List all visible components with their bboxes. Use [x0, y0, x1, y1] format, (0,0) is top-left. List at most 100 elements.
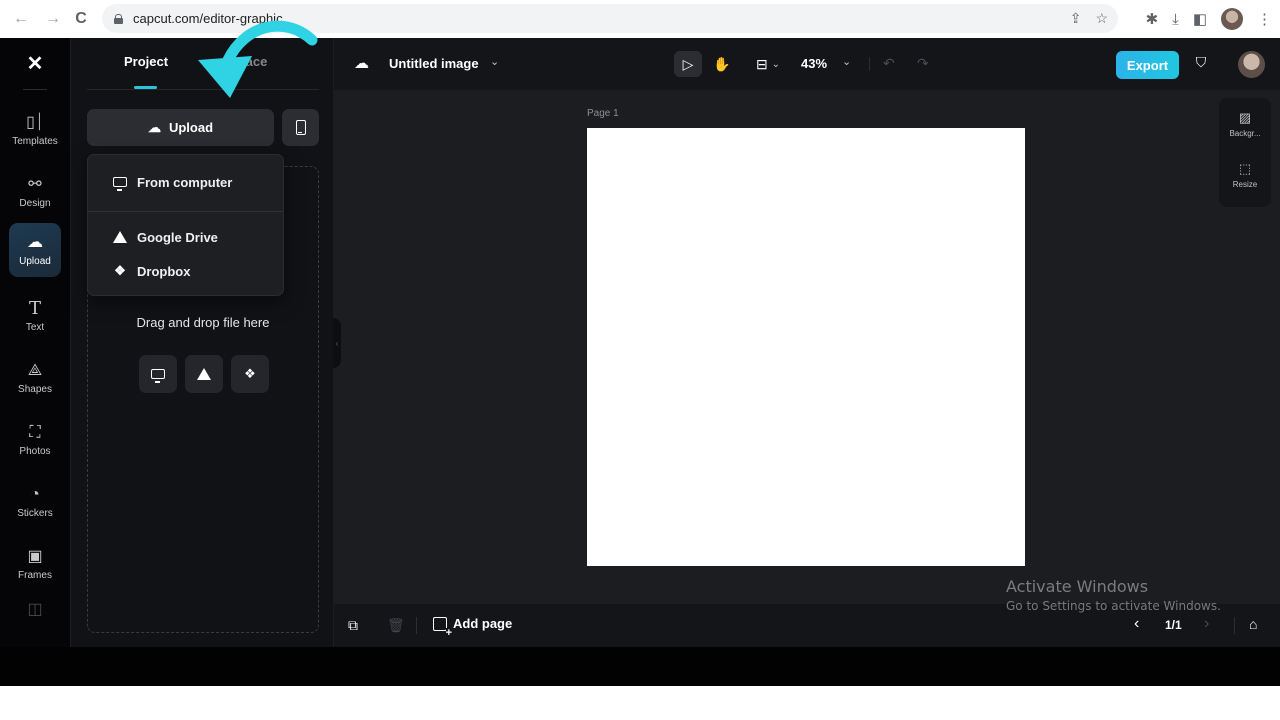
monitor-icon — [113, 177, 127, 191]
menu-item-dropbox[interactable]: ❖ Dropbox — [88, 255, 283, 287]
zoom-chevron-down-icon[interactable]: ⌄ — [842, 55, 851, 68]
browser-menu-icon[interactable]: ⋮ — [1257, 10, 1272, 28]
title-chevron-down-icon[interactable]: ⌄ — [490, 55, 499, 68]
menu-item-label: From computer — [137, 174, 233, 190]
rail-item-frames[interactable]: ▣ Frames — [9, 537, 61, 591]
previous-page-button[interactable]: ‹ — [1134, 615, 1139, 633]
upload-from-phone-button[interactable] — [282, 109, 319, 146]
resize-icon: ⬚ — [1238, 161, 1252, 176]
zoom-level[interactable]: 43% — [801, 56, 827, 71]
delete-page-icon[interactable]: 🗑 — [387, 617, 405, 634]
shapes-icon: ⟁ — [27, 361, 43, 379]
menu-divider — [88, 211, 283, 212]
layout-dropdown[interactable]: ⊟ ⌄ — [748, 51, 788, 77]
rail-item-more[interactable]: ◫ — [9, 584, 61, 638]
upload-cloud-icon: ☁ — [27, 233, 43, 251]
expand-pages-icon[interactable]: ⌂ — [1249, 616, 1257, 632]
hand-tool-button[interactable]: ✋ — [710, 51, 734, 77]
extensions-icon[interactable]: ✱ — [1146, 10, 1159, 28]
bookmark-star-icon[interactable]: ☆ — [1095, 10, 1108, 27]
shield-check-icon[interactable]: ⛉ — [1192, 54, 1210, 74]
background-icon: ▨ — [1238, 110, 1252, 125]
add-page-button[interactable]: Add page — [433, 616, 513, 638]
menu-item-label: Google Drive — [137, 229, 218, 245]
rail-label: Stickers — [17, 507, 53, 519]
undo-button[interactable]: ↶ — [883, 55, 895, 72]
resize-button[interactable]: ⬚ Resize — [1219, 161, 1271, 201]
side-panel-icon[interactable]: ◧ — [1193, 10, 1207, 28]
duplicate-page-icon[interactable]: ⧉ — [348, 617, 358, 634]
bottombar-divider — [416, 617, 417, 634]
watermark-title: Activate Windows — [1006, 577, 1149, 596]
page-label: Page 1 — [587, 108, 619, 119]
phone-icon — [295, 120, 306, 135]
tab-space[interactable]: Space — [229, 54, 267, 69]
menu-item-google-drive[interactable]: Google Drive — [88, 221, 283, 253]
computer-source-button[interactable] — [139, 355, 177, 393]
user-avatar[interactable] — [1238, 51, 1265, 78]
monitor-icon — [151, 369, 165, 383]
google-drive-source-button[interactable] — [185, 355, 223, 393]
download-icon[interactable]: ⤓ — [1172, 11, 1179, 28]
share-icon[interactable]: ⇪ — [1070, 10, 1082, 27]
upload-button[interactable]: ☁ Upload — [87, 109, 274, 146]
upload-button-label: Upload — [168, 120, 214, 135]
cloud-saved-icon: ☁ — [354, 55, 369, 72]
rail-label: Shapes — [18, 383, 52, 395]
next-page-button[interactable]: › — [1204, 615, 1209, 633]
page-side-tools: ▨ Backgr... ⬚ Resize — [1219, 98, 1271, 207]
capcut-logo-icon[interactable]: ✕ — [23, 53, 47, 75]
back-button[interactable]: ← — [10, 8, 32, 30]
document-title[interactable]: Untitled image — [389, 56, 479, 71]
design-page[interactable] — [587, 128, 1025, 566]
rail-label: Photos — [19, 445, 51, 457]
collapse-panel-handle[interactable]: ‹ — [333, 318, 341, 368]
browser-toolbar: ← → C capcut.com/editor-graphic ⇪ ☆ ✱ ⤓ … — [0, 0, 1280, 38]
url-text[interactable]: capcut.com/editor-graphic — [133, 11, 283, 26]
address-bar[interactable]: capcut.com/editor-graphic ⇪ ☆ — [102, 4, 1118, 33]
rail-item-templates[interactable]: ▯⏐ Templates — [9, 103, 61, 157]
rail-item-upload[interactable]: ☁ Upload — [9, 223, 61, 277]
rail-label: Templates — [12, 135, 58, 147]
editor-topbar: ☁ Untitled image ⌄ ▷ ✋ ⊟ ⌄ 43% ⌄ ↶ ↷ Exp… — [334, 38, 1280, 90]
select-tool-button[interactable]: ▷ — [674, 51, 702, 77]
activate-windows-watermark: Activate Windows Go to Settings to activ… — [1006, 577, 1221, 613]
drop-source-buttons: ❖ — [139, 355, 269, 393]
rail-item-text[interactable]: T Text — [9, 289, 61, 343]
menu-item-label: Dropbox — [137, 263, 191, 279]
toolbar-divider — [869, 57, 870, 71]
rail-label: Upload — [19, 255, 51, 267]
export-button[interactable]: Export — [1116, 51, 1179, 79]
left-rail: ✕ ▯⏐ Templates ⚯ Design ☁ Upload T Text … — [0, 38, 70, 647]
taskbar-strip — [0, 647, 1280, 686]
capcut-editor: ✕ ▯⏐ Templates ⚯ Design ☁ Upload T Text … — [0, 38, 1280, 647]
forward-button[interactable]: → — [42, 8, 64, 30]
menu-item-from-computer[interactable]: From computer — [88, 166, 283, 198]
rail-item-design[interactable]: ⚯ Design — [9, 165, 61, 219]
layout-icon: ⊟ — [755, 55, 768, 72]
templates-icon: ▯⏐ — [26, 113, 44, 131]
reload-button[interactable]: C — [70, 8, 92, 30]
tab-project[interactable]: Project — [124, 54, 168, 69]
panel-tabs: Project Space — [87, 38, 319, 90]
rail-item-shapes[interactable]: ⟁ Shapes — [9, 351, 61, 405]
drop-zone-label: Drag and drop file here — [136, 315, 270, 330]
rail-label: Frames — [18, 569, 52, 581]
background-button[interactable]: ▨ Backgr... — [1219, 110, 1271, 150]
stickers-icon: ◔ — [30, 485, 40, 503]
frames-icon: ▣ — [27, 547, 43, 565]
photos-icon: ⛶ — [29, 423, 41, 441]
rail-item-stickers[interactable]: ◔ Stickers — [9, 475, 61, 529]
lock-icon — [114, 13, 123, 24]
redo-button[interactable]: ↷ — [917, 55, 929, 72]
bottombar-divider — [1234, 617, 1235, 634]
rail-item-photos[interactable]: ⛶ Photos — [9, 413, 61, 467]
layout-panel-icon: ◫ — [27, 601, 43, 618]
dropbox-source-button[interactable]: ❖ — [231, 355, 269, 393]
chevron-down-icon: ⌄ — [771, 58, 781, 70]
profile-avatar[interactable] — [1221, 8, 1243, 30]
add-page-label: Add page — [453, 616, 513, 631]
upload-panel: Project Space ☁ Upload Drag and drop fil… — [70, 38, 333, 647]
design-icon: ⚯ — [28, 175, 42, 193]
screen: ← → C capcut.com/editor-graphic ⇪ ☆ ✱ ⤓ … — [0, 0, 1280, 720]
